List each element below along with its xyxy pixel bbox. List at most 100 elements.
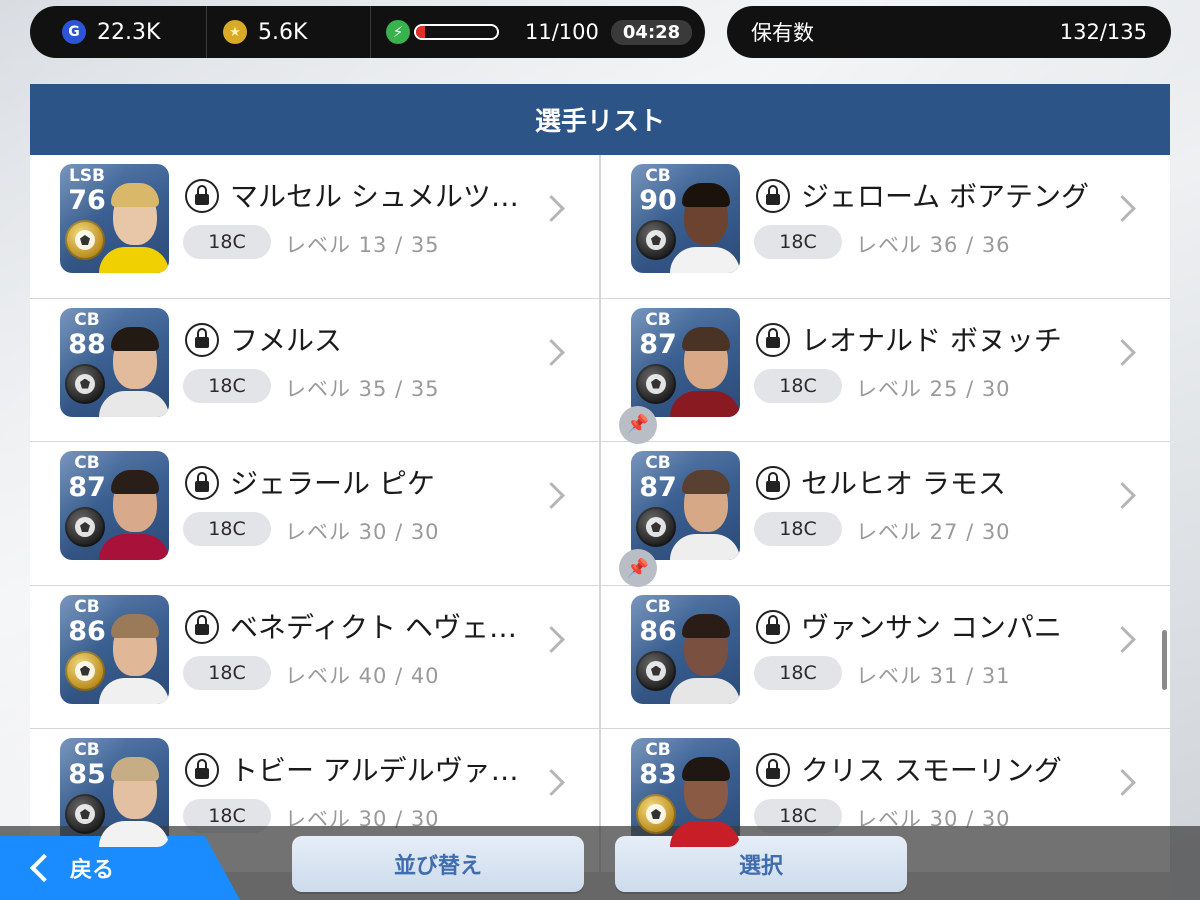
player-card-thumbnail: CB 87: [631, 451, 740, 560]
list-scrollbar[interactable]: [1162, 630, 1167, 690]
player-position: CB: [74, 453, 100, 473]
player-level: レベル 31 / 31: [856, 663, 1011, 688]
player-card-thumbnail: CB 86: [60, 594, 169, 704]
energy-display: ⚡ 11/100 04:28: [370, 6, 705, 58]
player-level: レベル 25 / 30: [856, 376, 1011, 401]
chevron-right-icon: [538, 482, 565, 509]
pin-icon: 📌: [619, 549, 657, 587]
black-ball-badge-icon: [65, 507, 105, 547]
lock-icon[interactable]: [756, 753, 790, 787]
lock-icon[interactable]: [185, 753, 219, 787]
gp-display: G 22.3K: [30, 6, 206, 58]
currency-status-bar: G 22.3K ★ 5.6K ⚡ 11/100 04:28: [30, 6, 705, 58]
player-rating: 85: [68, 759, 106, 790]
player-row[interactable]: CB 87 📌 レオナルド ボヌッチ 18C レベル 25 / 30: [601, 298, 1170, 444]
player-cost: 18C: [754, 512, 842, 546]
select-label: 選択: [738, 854, 783, 879]
gp-coin-icon: G: [62, 20, 86, 44]
player-card-thumbnail: CB 90: [631, 164, 740, 273]
player-name: レオナルド ボヌッチ: [801, 323, 1062, 357]
player-row[interactable]: CB 90 ジェローム ボアテング 18C レベル 36 / 36: [601, 155, 1170, 298]
player-name: ジェラール ピケ: [230, 467, 435, 500]
player-row[interactable]: CB 88 フメルス 18C レベル 35 / 35: [30, 298, 599, 441]
energy-count: 11/100: [525, 20, 599, 44]
player-position: CB: [645, 309, 671, 330]
player-row[interactable]: LSB 76 マルセル シュメルツ… 18C レベル 13 / 35: [30, 155, 599, 298]
player-name: フメルス: [230, 323, 343, 357]
player-row[interactable]: CB 87 📌 セルヒオ ラモス 18C レベル 27 / 30: [601, 442, 1170, 587]
player-row[interactable]: CB 86 ヴァンサン コンパニ 18C レベル 31 / 31: [601, 585, 1170, 728]
player-position: CB: [74, 740, 100, 760]
chevron-right-icon: [1109, 625, 1136, 653]
lock-icon[interactable]: [756, 179, 790, 213]
lock-icon[interactable]: [756, 466, 790, 500]
coin-star-icon: ★: [223, 20, 247, 44]
lock-icon[interactable]: [185, 466, 219, 500]
back-chevron-icon: [29, 853, 59, 883]
sort-label: 並び替え: [393, 854, 482, 879]
lock-icon[interactable]: [185, 609, 219, 644]
black-ball-badge-icon: [636, 650, 676, 691]
player-name: クリス スモーリング: [801, 754, 1062, 787]
select-button[interactable]: 選択: [615, 836, 907, 892]
player-position: CB: [645, 166, 671, 186]
player-row[interactable]: CB 87 ジェラール ピケ 18C レベル 30 / 30: [30, 442, 599, 585]
chevron-right-icon: [1109, 769, 1136, 796]
black-ball-badge-icon: [636, 363, 676, 404]
player-cost: 18C: [183, 512, 271, 546]
energy-bar: [414, 24, 499, 40]
sort-button[interactable]: 並び替え: [292, 836, 584, 892]
player-name: マルセル シュメルツ…: [230, 180, 519, 213]
player-name: ジェローム ボアテング: [801, 180, 1090, 213]
black-ball-badge-icon: [65, 363, 105, 404]
coin-display: ★ 5.6K: [206, 6, 370, 58]
player-position: CB: [74, 596, 100, 617]
lock-icon[interactable]: [185, 322, 219, 357]
lock-icon[interactable]: [756, 609, 790, 644]
chevron-right-icon: [538, 338, 565, 366]
player-position: CB: [645, 740, 671, 760]
player-card-thumbnail: CB 87: [60, 451, 169, 560]
black-ball-badge-icon: [636, 507, 676, 547]
gp-value: 22.3K: [97, 19, 161, 45]
player-name: セルヒオ ラモス: [801, 467, 1006, 500]
energy-bar-fill: [416, 26, 425, 38]
chevron-right-icon: [1109, 482, 1136, 509]
player-name: トビー アルデルヴァ…: [230, 754, 519, 787]
player-level: レベル 27 / 30: [856, 520, 1011, 544]
player-position: CB: [645, 453, 671, 473]
player-card-thumbnail: CB 88: [60, 307, 169, 417]
player-rating: 86: [639, 615, 677, 647]
player-rating: 83: [639, 759, 677, 790]
player-position: CB: [645, 596, 671, 617]
energy-timer: 04:28: [610, 19, 693, 45]
gold-ball-badge-icon: [65, 650, 105, 691]
lock-icon[interactable]: [756, 322, 790, 357]
player-cost: 18C: [754, 368, 842, 403]
player-rating: 88: [68, 328, 106, 360]
gold-ball-badge-icon: [636, 794, 676, 834]
player-rating: 87: [68, 472, 106, 503]
player-list[interactable]: LSB 76 マルセル シュメルツ… 18C レベル 13 / 35 CB 90: [30, 155, 1170, 900]
player-cost: 18C: [754, 225, 842, 259]
owned-count-display: 保有数 132/135: [727, 6, 1171, 58]
player-cost: 18C: [183, 225, 271, 259]
player-rating: 87: [639, 472, 677, 503]
chevron-right-icon: [538, 195, 565, 222]
owned-label: 保有数: [751, 21, 814, 45]
pin-icon: 📌: [619, 405, 657, 444]
player-cost: 18C: [754, 655, 842, 690]
lock-icon[interactable]: [185, 179, 219, 213]
player-card-thumbnail: CB 83: [631, 738, 740, 847]
gold-ball-badge-icon: [65, 220, 105, 260]
owned-value: 132/135: [1059, 20, 1147, 44]
player-row[interactable]: CB 86 ベネディクト ヘヴェ… 18C レベル 40 / 40: [30, 585, 599, 728]
player-cost: 18C: [183, 368, 271, 403]
chevron-right-icon: [1109, 338, 1136, 366]
player-rating: 90: [639, 185, 677, 216]
black-ball-badge-icon: [636, 220, 676, 260]
black-ball-badge-icon: [65, 794, 105, 834]
energy-bolt-icon: ⚡: [386, 20, 410, 44]
player-name: ヴァンサン コンパニ: [801, 610, 1062, 644]
player-card-thumbnail: CB 85: [60, 738, 169, 847]
